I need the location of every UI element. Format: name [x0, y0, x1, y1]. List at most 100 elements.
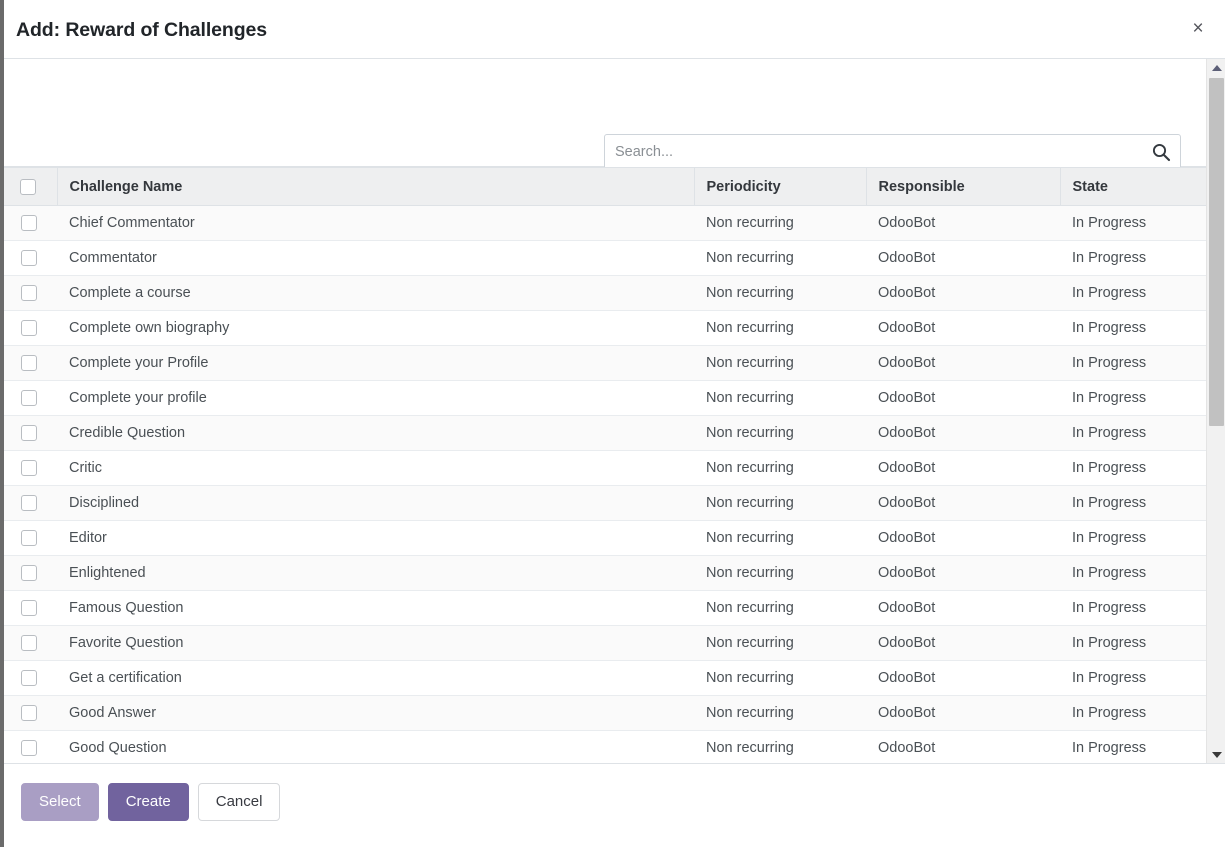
- select-all-header[interactable]: [0, 168, 57, 206]
- cell-state: In Progress: [1060, 661, 1206, 696]
- row-checkbox[interactable]: [21, 670, 37, 686]
- row-select-cell[interactable]: [0, 696, 57, 731]
- row-checkbox[interactable]: [21, 425, 37, 441]
- table-row[interactable]: Get a certificationNon recurringOdooBotI…: [0, 661, 1206, 696]
- table-row[interactable]: Good QuestionNon recurringOdooBotIn Prog…: [0, 731, 1206, 764]
- table-row[interactable]: Favorite QuestionNon recurringOdooBotIn …: [0, 626, 1206, 661]
- cell-challenge-name: Complete a course: [57, 276, 694, 311]
- table-row[interactable]: Complete a courseNon recurringOdooBotIn …: [0, 276, 1206, 311]
- cell-challenge-name: Editor: [57, 521, 694, 556]
- cell-state: In Progress: [1060, 311, 1206, 346]
- search-box[interactable]: [604, 134, 1181, 170]
- table-row[interactable]: Credible QuestionNon recurringOdooBotIn …: [0, 416, 1206, 451]
- cell-challenge-name: Commentator: [57, 241, 694, 276]
- cancel-button[interactable]: Cancel: [198, 783, 281, 821]
- row-checkbox[interactable]: [21, 250, 37, 266]
- cell-challenge-name: Get a certification: [57, 661, 694, 696]
- cell-state: In Progress: [1060, 416, 1206, 451]
- row-select-cell[interactable]: [0, 486, 57, 521]
- row-checkbox[interactable]: [21, 460, 37, 476]
- cell-responsible: OdooBot: [866, 521, 1060, 556]
- table-row[interactable]: Complete own biographyNon recurringOdooB…: [0, 311, 1206, 346]
- row-checkbox[interactable]: [21, 530, 37, 546]
- table-row[interactable]: Good AnswerNon recurringOdooBotIn Progre…: [0, 696, 1206, 731]
- cell-state: In Progress: [1060, 626, 1206, 661]
- add-reward-of-challenges-dialog: Add: Reward of Challenges × ▼ Filters: [0, 0, 1225, 847]
- cell-responsible: OdooBot: [866, 346, 1060, 381]
- row-checkbox[interactable]: [21, 355, 37, 371]
- table-row[interactable]: EnlightenedNon recurringOdooBotIn Progre…: [0, 556, 1206, 591]
- cell-periodicity: Non recurring: [694, 696, 866, 731]
- column-header-periodicity[interactable]: Periodicity: [694, 168, 866, 206]
- cell-responsible: OdooBot: [866, 486, 1060, 521]
- select-all-checkbox[interactable]: [20, 179, 36, 195]
- cell-responsible: OdooBot: [866, 696, 1060, 731]
- row-select-cell[interactable]: [0, 206, 57, 241]
- cell-periodicity: Non recurring: [694, 241, 866, 276]
- row-select-cell[interactable]: [0, 381, 57, 416]
- cell-challenge-name: Good Answer: [57, 696, 694, 731]
- row-select-cell[interactable]: [0, 556, 57, 591]
- cell-responsible: OdooBot: [866, 416, 1060, 451]
- row-select-cell[interactable]: [0, 521, 57, 556]
- table-header-row: Challenge Name Periodicity Responsible S…: [0, 168, 1206, 206]
- row-checkbox[interactable]: [21, 390, 37, 406]
- table-row[interactable]: EditorNon recurringOdooBotIn Progress: [0, 521, 1206, 556]
- cell-periodicity: Non recurring: [694, 486, 866, 521]
- row-select-cell[interactable]: [0, 661, 57, 696]
- table-row[interactable]: DisciplinedNon recurringOdooBotIn Progre…: [0, 486, 1206, 521]
- row-select-cell[interactable]: [0, 416, 57, 451]
- scroll-down-arrow-icon[interactable]: [1207, 746, 1225, 763]
- column-header-responsible[interactable]: Responsible: [866, 168, 1060, 206]
- row-select-cell[interactable]: [0, 276, 57, 311]
- row-select-cell[interactable]: [0, 311, 57, 346]
- row-select-cell[interactable]: [0, 451, 57, 486]
- table-row[interactable]: CommentatorNon recurringOdooBotIn Progre…: [0, 241, 1206, 276]
- cell-challenge-name: Chief Commentator: [57, 206, 694, 241]
- row-checkbox[interactable]: [21, 320, 37, 336]
- row-checkbox[interactable]: [21, 740, 37, 756]
- cell-state: In Progress: [1060, 521, 1206, 556]
- cell-responsible: OdooBot: [866, 661, 1060, 696]
- close-icon[interactable]: ×: [1185, 16, 1211, 42]
- row-select-cell[interactable]: [0, 626, 57, 661]
- row-select-cell[interactable]: [0, 731, 57, 764]
- search-icon[interactable]: [1151, 142, 1171, 162]
- row-select-cell[interactable]: [0, 591, 57, 626]
- cell-periodicity: Non recurring: [694, 731, 866, 764]
- vertical-scrollbar[interactable]: [1206, 59, 1225, 763]
- row-checkbox[interactable]: [21, 215, 37, 231]
- create-button[interactable]: Create: [108, 783, 189, 821]
- column-header-state[interactable]: State: [1060, 168, 1206, 206]
- cell-state: In Progress: [1060, 451, 1206, 486]
- row-checkbox[interactable]: [21, 705, 37, 721]
- scrollbar-thumb[interactable]: [1209, 78, 1224, 426]
- cell-responsible: OdooBot: [866, 241, 1060, 276]
- table-row[interactable]: Chief CommentatorNon recurringOdooBotIn …: [0, 206, 1206, 241]
- row-select-cell[interactable]: [0, 346, 57, 381]
- row-checkbox[interactable]: [21, 495, 37, 511]
- cell-periodicity: Non recurring: [694, 276, 866, 311]
- table-row[interactable]: Complete your ProfileNon recurringOdooBo…: [0, 346, 1206, 381]
- cell-state: In Progress: [1060, 241, 1206, 276]
- row-checkbox[interactable]: [21, 600, 37, 616]
- cell-challenge-name: Critic: [57, 451, 694, 486]
- cell-state: In Progress: [1060, 206, 1206, 241]
- row-checkbox[interactable]: [21, 635, 37, 651]
- row-checkbox[interactable]: [21, 285, 37, 301]
- cell-state: In Progress: [1060, 696, 1206, 731]
- cell-state: In Progress: [1060, 591, 1206, 626]
- scroll-up-arrow-icon[interactable]: [1207, 59, 1225, 76]
- table-row[interactable]: CriticNon recurringOdooBotIn Progress: [0, 451, 1206, 486]
- search-input[interactable]: [605, 135, 1145, 169]
- dialog-footer: Select Create Cancel: [0, 763, 1225, 847]
- cell-periodicity: Non recurring: [694, 206, 866, 241]
- cell-challenge-name: Enlightened: [57, 556, 694, 591]
- table-row[interactable]: Famous QuestionNon recurringOdooBotIn Pr…: [0, 591, 1206, 626]
- row-select-cell[interactable]: [0, 241, 57, 276]
- row-checkbox[interactable]: [21, 565, 37, 581]
- table-row[interactable]: Complete your profileNon recurringOdooBo…: [0, 381, 1206, 416]
- select-button[interactable]: Select: [21, 783, 99, 821]
- cell-responsible: OdooBot: [866, 591, 1060, 626]
- column-header-challenge-name[interactable]: Challenge Name: [57, 168, 694, 206]
